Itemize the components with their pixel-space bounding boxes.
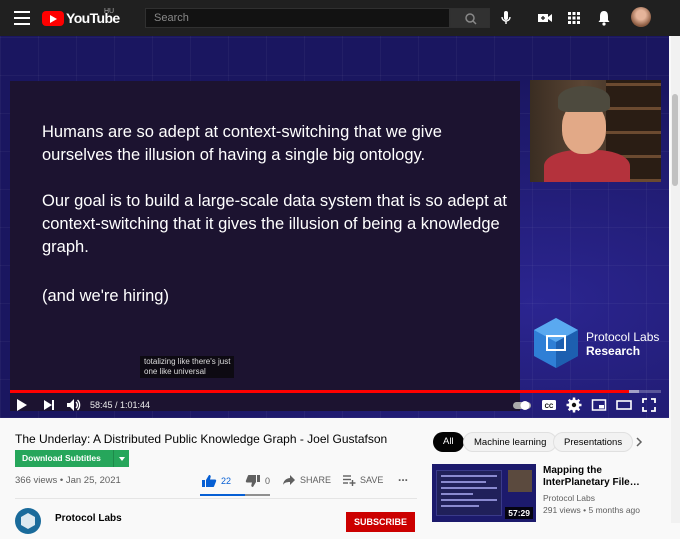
- channel-logo-icon: [21, 513, 35, 529]
- create-video-icon[interactable]: [536, 9, 554, 27]
- play-icon[interactable]: [12, 396, 30, 414]
- playlist-add-icon: [343, 475, 356, 486]
- gear-icon[interactable]: [565, 396, 583, 414]
- logo-region: HU: [104, 8, 115, 15]
- scrollbar-thumb[interactable]: [672, 94, 678, 186]
- player-controls: 58:45 / 1:01:44 CC: [0, 394, 669, 418]
- dislike-count: 0: [265, 476, 271, 486]
- save-button[interactable]: SAVE: [342, 474, 383, 486]
- subscribe-button[interactable]: SUBSCRIBE: [346, 512, 415, 532]
- slide-text-2: Our goal is to build a large-scale data …: [42, 192, 507, 256]
- share-button[interactable]: SHARE: [282, 474, 331, 486]
- thumbs-down-icon: [245, 475, 260, 487]
- recommended-video-thumbnail[interactable]: 57:29: [432, 464, 536, 522]
- info-divider: [15, 498, 417, 499]
- channel-name[interactable]: Protocol Labs: [55, 513, 122, 524]
- slide-text-1: Humans are so adept at context-switching…: [42, 123, 442, 164]
- time-display: 58:45 / 1:01:44: [90, 400, 151, 410]
- theater-mode-icon[interactable]: [615, 396, 633, 414]
- caption-line-1: totalizing like there's just: [144, 357, 231, 366]
- bell-icon[interactable]: [595, 9, 613, 27]
- thumbnail-slide: [436, 470, 502, 516]
- fullscreen-icon[interactable]: [640, 396, 658, 414]
- more-actions-button[interactable]: ...: [398, 470, 408, 484]
- chevron-down-icon[interactable]: [113, 450, 129, 467]
- more-icon: ...: [398, 470, 409, 484]
- autoplay-toggle-icon[interactable]: [511, 396, 533, 414]
- menu-icon[interactable]: [14, 11, 30, 25]
- download-subtitles-label: Download Subtitles: [22, 453, 101, 463]
- chevron-right-icon[interactable]: [634, 436, 644, 448]
- video-title: The Underlay: A Distributed Public Knowl…: [15, 432, 388, 446]
- volume-icon[interactable]: [64, 396, 82, 414]
- brand-line-2: Research: [586, 344, 641, 358]
- progress-bar[interactable]: [10, 390, 661, 393]
- dislike-ratio-bar: [245, 494, 270, 496]
- like-button[interactable]: 22: [201, 474, 231, 488]
- search-button[interactable]: [450, 8, 490, 28]
- recommended-video-channel[interactable]: Protocol Labs: [543, 493, 595, 503]
- page-scrollbar[interactable]: [671, 36, 680, 523]
- caption-line-2: one like universal: [144, 367, 206, 376]
- save-label: SAVE: [360, 475, 384, 485]
- recommended-video-meta: 291 views • 5 months ago: [543, 505, 641, 515]
- thumbs-up-icon: [202, 475, 217, 487]
- chip-presentations[interactable]: Presentations: [553, 432, 634, 452]
- video-duration-badge: 57:29: [505, 507, 533, 519]
- closed-caption: totalizing like there's just one like un…: [140, 356, 235, 378]
- next-icon[interactable]: [40, 396, 58, 414]
- like-count: 22: [221, 476, 232, 486]
- mic-icon[interactable]: [497, 9, 515, 27]
- masthead: YouTube HU Search: [0, 0, 680, 36]
- dislike-button[interactable]: 0: [245, 474, 270, 488]
- video-player[interactable]: Humans are so adept at context-switching…: [0, 36, 669, 418]
- recommended-video-title[interactable]: Mapping the InterPlanetary File…: [543, 465, 653, 489]
- svg-text:CC: CC: [545, 404, 554, 410]
- apps-icon[interactable]: [565, 9, 583, 27]
- speaker-webcam: [530, 80, 661, 182]
- share-label: SHARE: [300, 475, 332, 485]
- chip-machine-learning[interactable]: Machine learning: [463, 432, 558, 452]
- played-bar: [10, 390, 629, 393]
- brand-line-1: Protocol Labs: [586, 330, 660, 344]
- presentation-slide: Humans are so adept at context-switching…: [10, 81, 520, 411]
- miniplayer-icon[interactable]: [590, 396, 608, 414]
- share-icon: [283, 475, 295, 485]
- search-input[interactable]: Search: [145, 8, 450, 28]
- download-subtitles-button[interactable]: Download Subtitles: [15, 450, 129, 467]
- youtube-play-icon: [42, 10, 64, 26]
- video-meta: 366 views • Jan 25, 2021: [15, 475, 121, 486]
- slide-text-3: (and we're hiring): [42, 287, 169, 305]
- search-icon: [465, 13, 477, 25]
- protocol-labs-logo-icon: [534, 318, 578, 368]
- youtube-logo[interactable]: YouTube HU: [42, 8, 120, 26]
- thumbnail-webcam: [508, 470, 532, 492]
- chip-all[interactable]: All: [433, 432, 464, 452]
- avatar[interactable]: [631, 7, 651, 27]
- subtitles-icon[interactable]: CC: [540, 396, 558, 414]
- buffered-bar: [629, 390, 639, 393]
- channel-avatar[interactable]: [15, 508, 41, 534]
- brand-watermark: Protocol Labs Research: [586, 330, 659, 358]
